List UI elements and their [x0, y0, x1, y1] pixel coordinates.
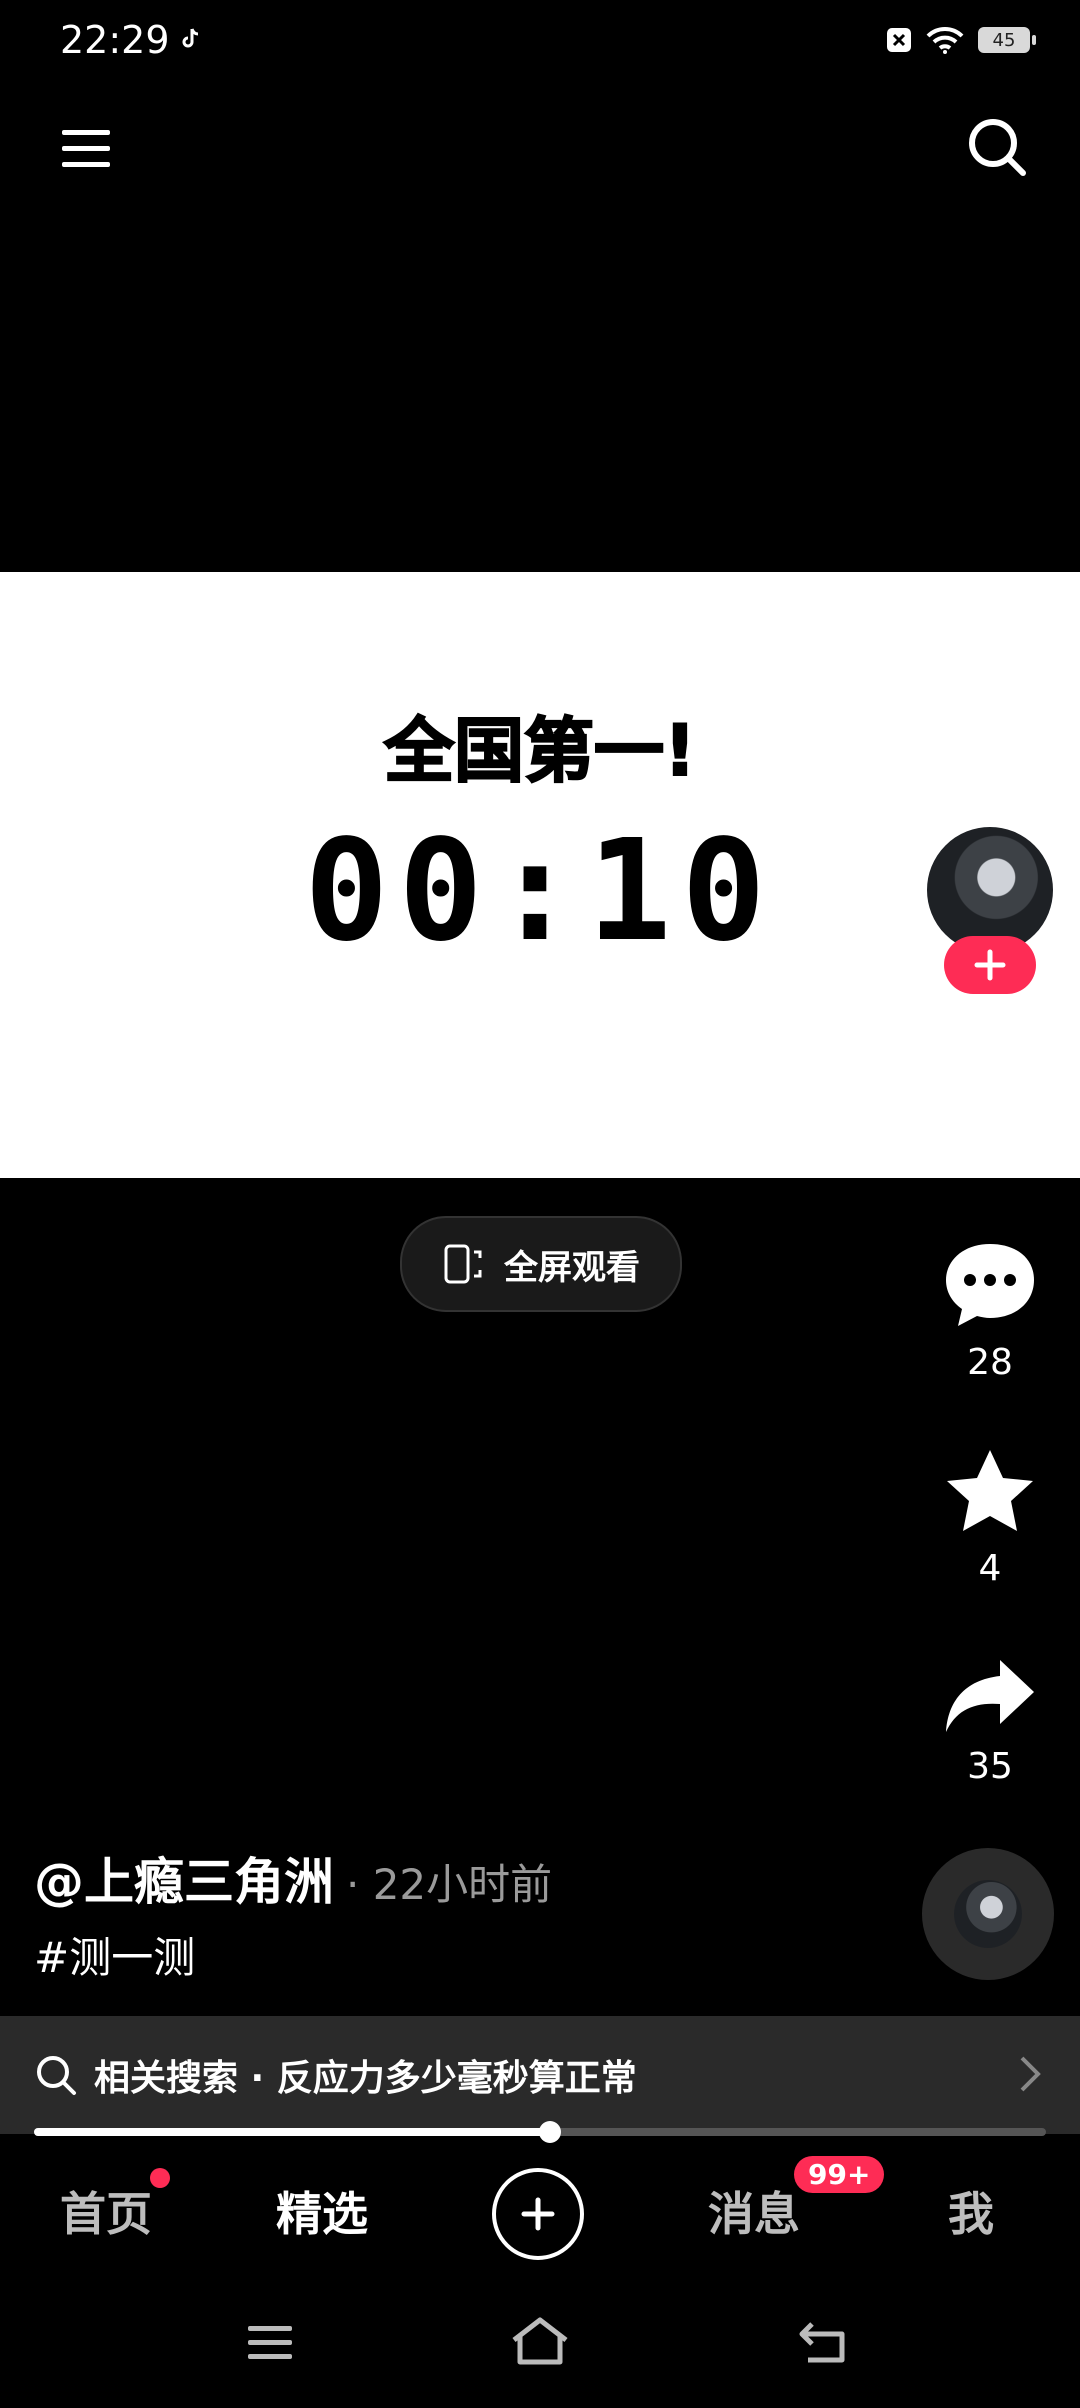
- recents-icon[interactable]: [246, 2320, 294, 2364]
- menu-icon[interactable]: [60, 122, 112, 174]
- share-count: 35: [967, 1746, 1013, 1787]
- fullscreen-label: 全屏观看: [504, 1247, 640, 1288]
- chevron-right-icon: [1020, 2056, 1041, 2092]
- progress-fill: [34, 2128, 551, 2136]
- fullscreen-icon: [444, 1244, 482, 1284]
- like-count: 76: [967, 1138, 1013, 1179]
- like-button[interactable]: 76: [925, 1036, 1055, 1179]
- nav-featured[interactable]: 精选: [276, 2178, 368, 2244]
- heart-icon: [947, 1045, 1033, 1124]
- follow-button[interactable]: [944, 936, 1036, 994]
- wifi-icon: [926, 26, 964, 54]
- home-icon[interactable]: [510, 2316, 570, 2366]
- music-disc[interactable]: [922, 1848, 1054, 1980]
- status-icons: 45: [886, 26, 1036, 54]
- comment-button[interactable]: 28: [925, 1240, 1055, 1383]
- favorite-count: 4: [978, 1548, 1002, 1589]
- tiktok-icon: [182, 28, 199, 48]
- plus-icon: [521, 2197, 555, 2231]
- comment-count: 28: [967, 1342, 1013, 1383]
- video-progress-bar[interactable]: [34, 2121, 1046, 2143]
- related-search-text: 相关搜索 · 反应力多少毫秒算正常: [94, 2058, 637, 2099]
- fullscreen-button[interactable]: 全屏观看: [400, 1216, 682, 1312]
- close-box-icon: [887, 28, 911, 52]
- share-button[interactable]: 35: [925, 1656, 1055, 1787]
- nav-messages[interactable]: 消息: [708, 2178, 800, 2244]
- share-icon: [946, 1660, 1034, 1732]
- battery-level: 45: [992, 29, 1016, 51]
- messages-badge: 99+: [794, 2156, 885, 2193]
- star-icon: [947, 1450, 1033, 1531]
- plus-icon: [974, 949, 1006, 981]
- favorite-button[interactable]: 4: [925, 1446, 1055, 1589]
- comment-icon: [946, 1244, 1034, 1326]
- bottom-nav: 首页 精选 消息 99+ 我: [0, 2140, 1080, 2280]
- video-caption: 全国第一!: [383, 709, 697, 793]
- system-nav-bar: [0, 2300, 1080, 2390]
- search-icon[interactable]: [966, 116, 1028, 178]
- post-time: · 22小时前: [346, 1860, 553, 1909]
- battery-icon: 45: [978, 27, 1036, 53]
- nav-me[interactable]: 我: [948, 2178, 994, 2244]
- home-notification-dot: [150, 2168, 170, 2188]
- nav-home[interactable]: 首页: [60, 2178, 152, 2244]
- video-timer: 00:10: [304, 810, 776, 973]
- search-icon: [37, 2056, 76, 2095]
- related-search-bar[interactable]: 相关搜索 · 反应力多少毫秒算正常: [0, 2016, 1080, 2134]
- back-icon[interactable]: [798, 2318, 850, 2366]
- author-name[interactable]: @上瘾三角洲: [34, 1853, 334, 1911]
- hashtag[interactable]: #测一测: [34, 1924, 195, 1985]
- author-line[interactable]: @上瘾三角洲 · 22小时前: [34, 1842, 552, 1914]
- create-button[interactable]: [492, 2168, 584, 2260]
- music-disc-cover: [954, 1880, 1022, 1948]
- status-time: 22:29: [60, 18, 170, 62]
